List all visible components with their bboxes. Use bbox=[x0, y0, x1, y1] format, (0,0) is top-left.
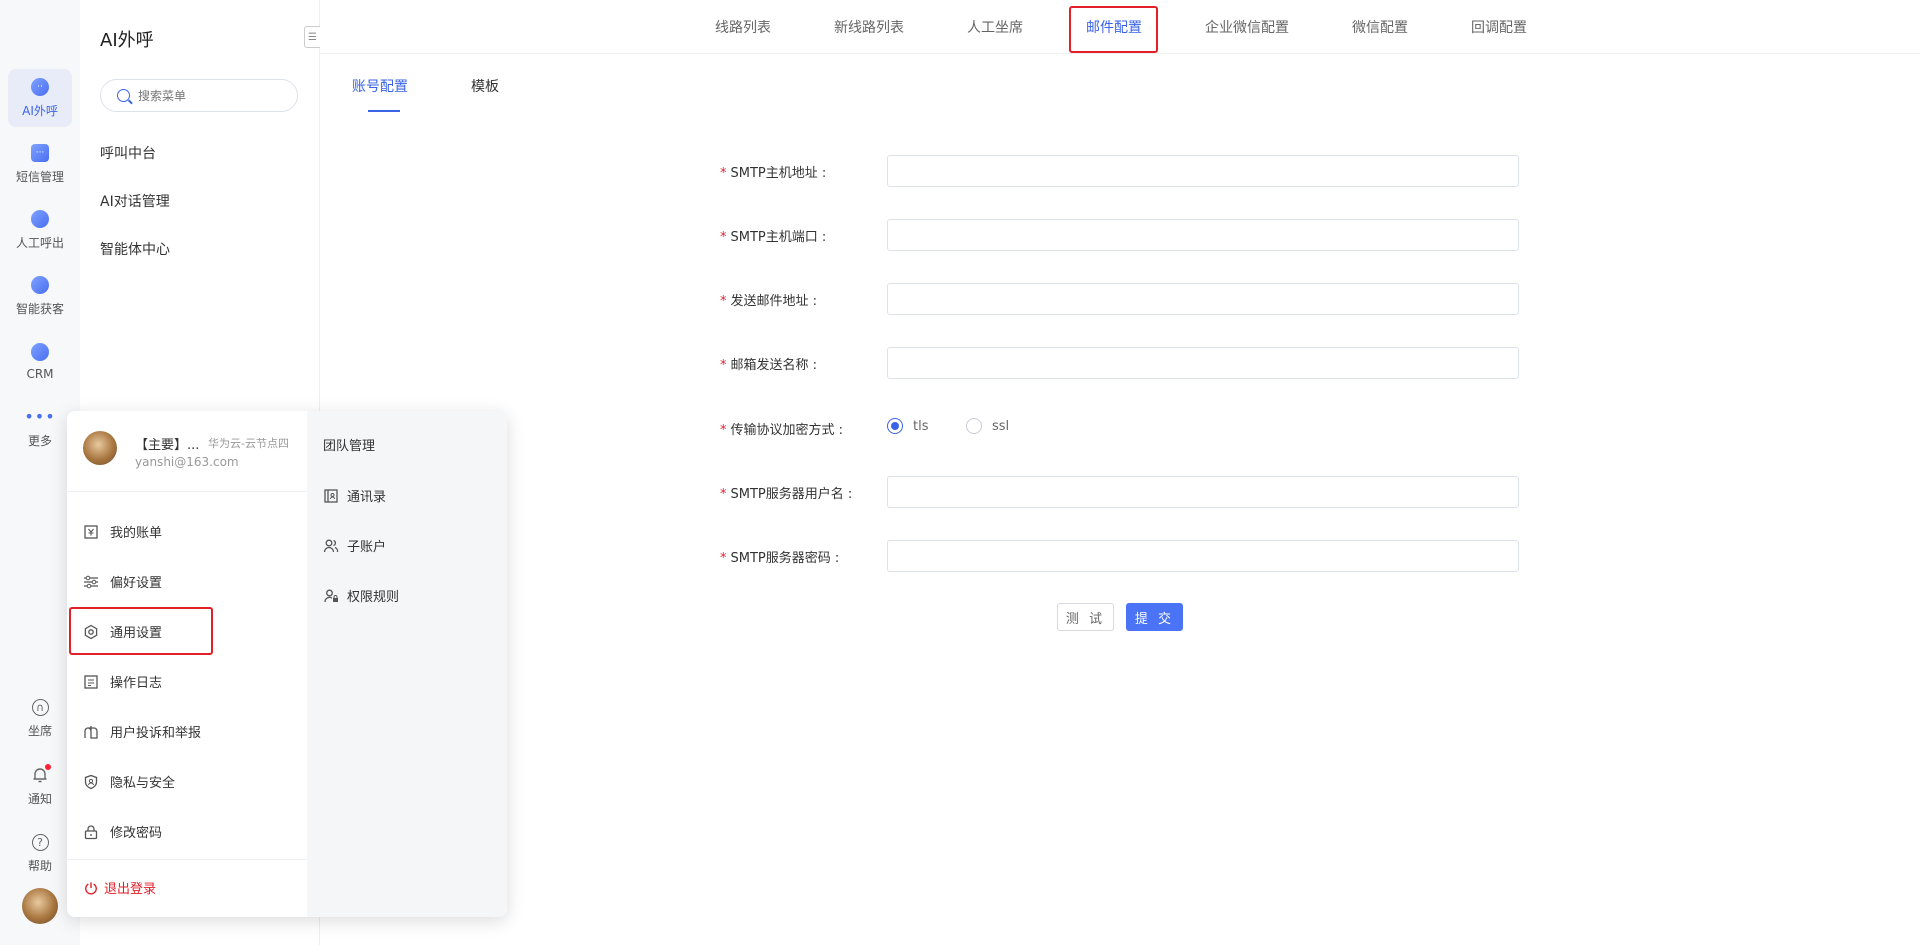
sender-name-input[interactable] bbox=[887, 347, 1519, 379]
rail-item-label: CRM bbox=[26, 367, 54, 381]
menu-search[interactable] bbox=[100, 79, 298, 112]
main-panel: 线路列表 新线路列表 人工坐席 邮件配置 企业微信配置 微信配置 回调配置 账号… bbox=[320, 0, 1920, 945]
message-icon: ··· bbox=[31, 143, 49, 162]
rail-item-more[interactable]: ••• 更多 bbox=[8, 399, 72, 457]
tab-wechat-config[interactable]: 微信配置 bbox=[1352, 17, 1408, 37]
team-management-title: 团队管理 bbox=[323, 439, 376, 454]
encryption-label: * 传输协议加密方式 : bbox=[720, 423, 844, 438]
subtab-template[interactable]: 模板 bbox=[471, 76, 499, 96]
ai-robot-icon: ·· bbox=[31, 77, 49, 96]
radio-unchecked-icon bbox=[966, 418, 982, 434]
radio-label: tls bbox=[913, 418, 929, 434]
sender-name-label: * 邮箱发送名称 : bbox=[720, 358, 818, 373]
target-icon bbox=[31, 275, 49, 294]
test-button[interactable]: 测 试 bbox=[1057, 603, 1114, 631]
radio-checked-icon bbox=[887, 418, 903, 434]
smtp-host-label: * SMTP主机地址 : bbox=[720, 166, 827, 181]
email-config-highlight bbox=[1069, 6, 1158, 53]
radio-ssl[interactable]: ssl bbox=[966, 418, 1009, 434]
rail-item-label: 更多 bbox=[27, 433, 52, 448]
smtp-password-label: * SMTP服务器密码 : bbox=[720, 551, 840, 566]
tab-manual-agent[interactable]: 人工坐席 bbox=[967, 17, 1023, 37]
log-icon bbox=[83, 674, 99, 690]
collapse-menu-icon[interactable]: ☰ bbox=[304, 26, 320, 48]
radio-tls[interactable]: tls bbox=[887, 418, 928, 434]
menu-change-password[interactable]: 修改密码 bbox=[83, 822, 162, 841]
rail-item-label: 通知 bbox=[27, 791, 52, 806]
menu-complaint-report[interactable]: 用户投诉和举报 bbox=[83, 722, 201, 741]
menu-item-agent-center[interactable]: 智能体中心 bbox=[100, 239, 170, 259]
team-permission-rules[interactable]: 权限规则 bbox=[323, 586, 399, 605]
smtp-host-input[interactable] bbox=[887, 155, 1519, 187]
menu-item-ai-dialog[interactable]: AI对话管理 bbox=[100, 191, 170, 211]
search-icon bbox=[117, 89, 130, 102]
phone-icon bbox=[31, 209, 49, 228]
divider bbox=[67, 491, 307, 492]
team-sub-accounts[interactable]: 子账户 bbox=[323, 536, 386, 555]
more-dots-icon: ••• bbox=[24, 406, 56, 426]
rail-item-label: 短信管理 bbox=[15, 169, 64, 184]
menu-my-bill[interactable]: 我的账单 bbox=[83, 522, 162, 541]
headset-icon: ∩ bbox=[31, 699, 49, 716]
sender-address-input[interactable] bbox=[887, 283, 1519, 315]
rail-item-help[interactable]: ? 帮助 bbox=[8, 825, 72, 883]
smtp-port-input[interactable] bbox=[887, 219, 1519, 251]
account-name: 【主要】... bbox=[135, 438, 200, 453]
menu-operation-log[interactable]: 操作日志 bbox=[83, 672, 162, 691]
mailbox-icon bbox=[83, 724, 99, 740]
bill-icon bbox=[83, 524, 99, 540]
rail-item-manual-call[interactable]: 人工呼出 bbox=[8, 201, 72, 259]
smtp-user-label: * SMTP服务器用户名 : bbox=[720, 487, 853, 502]
smtp-port-label: * SMTP主机端口 : bbox=[720, 230, 827, 245]
notification-dot bbox=[45, 763, 51, 770]
contacts-icon bbox=[323, 488, 339, 504]
sliders-icon bbox=[83, 574, 99, 590]
logout-button[interactable]: 退出登录 bbox=[83, 878, 156, 897]
popup-avatar bbox=[83, 431, 117, 465]
tab-new-line-list[interactable]: 新线路列表 bbox=[834, 17, 904, 37]
radio-label: ssl bbox=[992, 418, 1010, 434]
tab-wecom-config[interactable]: 企业微信配置 bbox=[1205, 17, 1289, 37]
menu-item-call-center[interactable]: 呼叫中台 bbox=[100, 143, 156, 163]
help-icon: ? bbox=[31, 834, 49, 851]
team-contacts[interactable]: 通讯录 bbox=[323, 486, 386, 505]
rail-item-agent[interactable]: ∩ 坐席 bbox=[8, 690, 72, 748]
rail-item-sms[interactable]: ··· 短信管理 bbox=[8, 135, 72, 193]
submit-button[interactable]: 提 交 bbox=[1126, 603, 1183, 631]
tab-line-list[interactable]: 线路列表 bbox=[715, 17, 771, 37]
subtab-active-indicator bbox=[368, 110, 400, 112]
menu-preferences[interactable]: 偏好设置 bbox=[83, 572, 162, 591]
menu-privacy-security[interactable]: 隐私与安全 bbox=[83, 772, 175, 791]
account-email: yanshi@163.com bbox=[135, 455, 239, 469]
rail-item-notify[interactable]: 通知 bbox=[8, 757, 72, 815]
account-popup: 【主要】... 华为云-云节点四 yanshi@163.com 我的账单 偏好设… bbox=[67, 411, 507, 917]
smtp-user-input[interactable] bbox=[887, 476, 1519, 508]
bell-icon bbox=[31, 763, 51, 784]
divider bbox=[67, 859, 307, 860]
rail-item-label: AI外呼 bbox=[22, 103, 58, 118]
crm-icon bbox=[31, 343, 49, 361]
tab-callback-config[interactable]: 回调配置 bbox=[1471, 17, 1527, 37]
menu-title: AI外呼 bbox=[100, 30, 154, 51]
rail-item-crm[interactable]: CRM bbox=[8, 333, 72, 391]
rail-item-label: 智能获客 bbox=[15, 301, 64, 316]
lock-icon bbox=[83, 824, 99, 840]
shield-icon bbox=[83, 774, 99, 790]
smtp-password-input[interactable] bbox=[887, 540, 1519, 572]
users-icon bbox=[323, 538, 339, 554]
rail-item-label: 坐席 bbox=[27, 724, 52, 738]
subtab-account-config[interactable]: 账号配置 bbox=[352, 76, 408, 96]
user-lock-icon bbox=[323, 588, 339, 604]
account-node: 华为云-云节点四 bbox=[208, 437, 289, 450]
rail-item-smart-acquire[interactable]: 智能获客 bbox=[8, 267, 72, 325]
general-settings-highlight bbox=[69, 607, 213, 655]
sender-address-label: * 发送邮件地址 : bbox=[720, 294, 818, 309]
rail-item-label: 帮助 bbox=[27, 859, 52, 873]
rail-item-label: 人工呼出 bbox=[15, 235, 64, 250]
user-avatar[interactable] bbox=[22, 888, 58, 924]
rail-item-ai-outbound[interactable]: ·· AI外呼 bbox=[8, 69, 72, 127]
power-icon bbox=[83, 880, 99, 896]
menu-search-input[interactable] bbox=[138, 88, 278, 103]
